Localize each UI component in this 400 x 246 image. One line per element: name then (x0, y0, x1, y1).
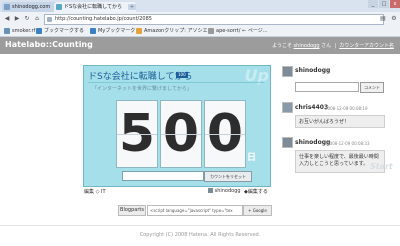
site-favicon-icon (4, 4, 10, 10)
bookmark-item[interactable]: ブックマークする (36, 27, 84, 35)
home-button[interactable]: ⌂ (32, 14, 42, 24)
comment-user[interactable]: shinodogg (295, 67, 330, 74)
comment-bubble: お互いがんばろうぜ！ (295, 115, 385, 128)
back-button[interactable]: ◀ (2, 14, 12, 24)
bookmark-item[interactable]: Myブックマーク (90, 27, 135, 35)
start-watermark: Start (370, 162, 393, 171)
page-icon (47, 17, 52, 22)
avatar (282, 137, 293, 148)
tab-strip: shinodogg.com x ドSな会社に転職してから x + _ □ x (0, 0, 400, 12)
counter-digit: 0 (204, 100, 246, 168)
browser-tab-2[interactable]: ドSな会社に転職してから x (54, 2, 136, 12)
tab-label: ドSな会社に転職してから (64, 4, 123, 10)
tab-label: shinodogg.com (12, 4, 51, 10)
reset-date-input[interactable] (122, 171, 204, 181)
site-header: Hatelabo::Counting ようこそ shinodogg さん | カ… (0, 37, 400, 54)
counter-digit: 5 (116, 100, 158, 168)
reload-button[interactable]: ↻ (22, 14, 32, 24)
bookmark-icon (4, 28, 10, 34)
tools-menu-icon[interactable]: ⚙ (389, 14, 399, 24)
counter-description: 「インターネットを世界に繋げましてから」 (92, 86, 192, 92)
forward-button[interactable]: ▶ (12, 14, 22, 24)
counter-owner[interactable]: shinodogg (208, 188, 241, 194)
title-divider (88, 82, 264, 83)
bookmarks-bar: smoker.rf ブックマークする Myブックマーク Amazonクリップ: … (0, 26, 400, 37)
bookmark-item[interactable]: Amazonクリップ: アソシエ... (136, 27, 212, 35)
greeting-suffix: さん (321, 43, 332, 49)
maximize-button[interactable]: □ (379, 0, 389, 8)
site-logo[interactable]: Hatelabo::Counting (5, 40, 93, 49)
comment-submit-button[interactable]: コメント (360, 82, 384, 93)
edit-link[interactable]: ◆編集する (244, 188, 268, 195)
comment-user[interactable]: shinodogg (295, 139, 330, 146)
bookmark-icon (90, 28, 96, 34)
close-window-button[interactable]: x (390, 0, 400, 8)
comment-time: 2008-12-09 00:08:33 (327, 141, 370, 146)
blogparts-label: Blogparts (118, 205, 146, 216)
owner-avatar-icon (208, 188, 213, 193)
add-to-google-button[interactable]: + Google (243, 205, 272, 216)
bookmark-item[interactable]: ape-sorrt/ ← ページ... (208, 27, 268, 35)
account-link[interactable]: カウンターアカウント名 (339, 43, 394, 49)
greeting-text: ようこそ (271, 43, 292, 49)
comment-time: 2008-12-09 00:08:19 (325, 106, 368, 111)
minimize-button[interactable]: _ (368, 0, 378, 8)
footer-divider (0, 225, 400, 226)
reset-count-button[interactable]: カウントをリセット (204, 171, 252, 182)
footer-copyright: Copyright (C) 2008 Hatena. All Rights Re… (139, 232, 261, 238)
comment-user[interactable]: chris4403 (295, 104, 328, 111)
bookmark-icon (208, 28, 214, 34)
bookmark-icon (136, 28, 142, 34)
browser-tab-1[interactable]: shinodogg.com x (2, 2, 62, 12)
bookmark-item[interactable]: smoker.rf (4, 27, 35, 35)
user-link[interactable]: shinodogg (294, 43, 320, 49)
browser-toolbar: ◀ ▶ ↻ ⌂ http://counting.hatelabo.jp/coun… (0, 12, 400, 26)
avatar (282, 66, 293, 77)
user-nav: ようこそ shinodogg さん | カウンターアカウント名 (271, 43, 394, 49)
avatar (282, 102, 293, 113)
hatena-favicon-icon (56, 4, 62, 10)
page-menu-icon[interactable]: ▤ (378, 14, 388, 24)
embed-code-field[interactable]: <script language="javascript" type="tex (147, 205, 243, 216)
counter-tags[interactable]: 編集 ◇ IT (84, 188, 106, 195)
url-text: http://counting.hatelabo.jp/count/2085 (55, 16, 152, 22)
comment-input[interactable] (295, 82, 359, 92)
count-badge: 100 (176, 72, 188, 78)
new-tab-button[interactable]: + (128, 4, 136, 10)
comment-text: 仕事を楽しい程度で、最後最い時間入力しとこうと思っています。 (299, 154, 379, 167)
bookmark-icon (36, 28, 42, 34)
comment-text: お互いがんばろうぜ！ (299, 119, 350, 125)
counter-panel: Up ドSな会社に転職してから 100 「インターネットを世界に繋げましてから」… (83, 65, 271, 187)
counter-unit: 日 (247, 153, 257, 163)
address-bar[interactable]: http://counting.hatelabo.jp/count/2085 (44, 14, 384, 25)
counter-digit: 0 (160, 100, 202, 168)
